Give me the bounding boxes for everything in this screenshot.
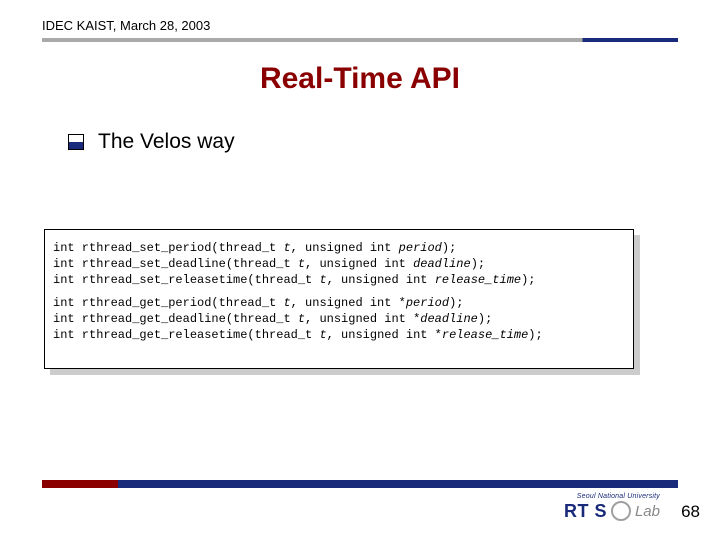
page-number: 68 xyxy=(681,502,700,522)
logo-lab-text: Lab xyxy=(635,503,660,520)
bullet-row: The Velos way xyxy=(68,130,235,154)
bullet-text: The Velos way xyxy=(98,130,235,154)
slide-title: Real-Time API xyxy=(0,62,720,96)
logo-rtos-text: RT S xyxy=(564,501,607,522)
logo-main: RT S Lab xyxy=(550,501,660,522)
bullet-icon xyxy=(68,134,84,150)
code-line-1: int rthread_set_period(thread_t t, unsig… xyxy=(53,240,625,256)
code-line-2: int rthread_set_deadline(thread_t t, uns… xyxy=(53,256,625,272)
footer-logo: Seoul National University RT S Lab xyxy=(550,493,660,522)
code-block: int rthread_set_period(thread_t t, unsig… xyxy=(44,229,634,369)
logo-circle-icon xyxy=(611,501,631,521)
code-line-4: int rthread_get_period(thread_t t, unsig… xyxy=(53,295,625,311)
logo-university-text: Seoul National University xyxy=(550,493,660,500)
code-line-5: int rthread_get_deadline(thread_t t, uns… xyxy=(53,311,625,327)
header-rule xyxy=(42,38,678,42)
code-line-6: int rthread_get_releasetime(thread_t t, … xyxy=(53,327,625,343)
slide-header: IDEC KAIST, March 28, 2003 xyxy=(42,18,210,33)
footer-rule xyxy=(42,480,678,488)
code-line-3: int rthread_set_releasetime(thread_t t, … xyxy=(53,272,625,288)
